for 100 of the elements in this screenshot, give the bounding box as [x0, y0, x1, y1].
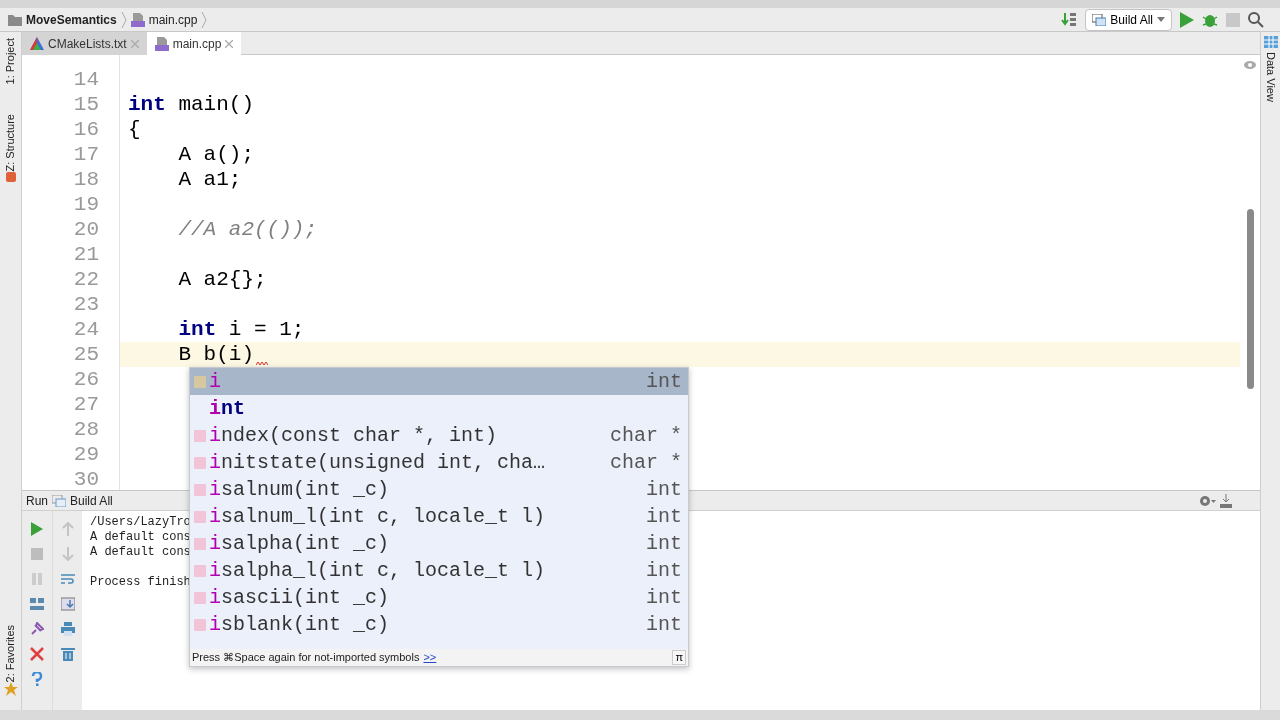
code-line: { — [127, 117, 141, 142]
line-number: 29 — [72, 442, 100, 467]
code-line: A a1; — [177, 167, 242, 192]
print-icon[interactable] — [60, 622, 75, 636]
line-number: 26 — [72, 367, 100, 392]
code-line: int i = 1; — [177, 317, 305, 342]
scroll-end-icon[interactable] — [60, 597, 75, 611]
window-icon — [52, 494, 66, 507]
gear-icon[interactable] — [1198, 493, 1216, 508]
line-number: 15 — [72, 92, 100, 117]
tool-window-label[interactable]: Data View — [1262, 52, 1279, 102]
sort-icon[interactable] — [1061, 11, 1078, 28]
console-output-line: A default cons — [90, 530, 191, 545]
function-icon — [194, 510, 206, 523]
close-icon[interactable] — [30, 647, 44, 661]
pi-button[interactable]: π — [672, 650, 686, 666]
line-number: 27 — [72, 392, 100, 417]
pin-icon[interactable] — [30, 622, 44, 636]
completion-name: index(const char *, int) — [209, 422, 499, 449]
help-icon[interactable] — [30, 672, 44, 686]
run-icon[interactable] — [30, 522, 44, 536]
completion-name: initstate(unsigned int, cha… — [209, 449, 547, 476]
hint-text: Press ⌘Space again for not-imported symbols — [192, 650, 420, 666]
completion-item[interactable]: isblank(int _c) int — [190, 611, 688, 638]
function-icon — [194, 564, 206, 577]
scrollbar-thumb[interactable] — [1246, 209, 1254, 389]
chevron-icon — [201, 11, 208, 28]
trash-icon[interactable] — [60, 647, 75, 661]
completion-type: int — [646, 368, 682, 395]
line-number: 22 — [72, 267, 100, 292]
line-number: 16 — [72, 117, 100, 142]
code-comment: //A a2(()); — [177, 217, 318, 242]
line-number: 18 — [72, 167, 100, 192]
folder-icon — [8, 13, 22, 26]
completion-item[interactable]: isalnum_l(int c, locale_t l) int — [190, 503, 688, 530]
completion-item[interactable]: isascii(int _c) int — [190, 584, 688, 611]
search-icon[interactable] — [1248, 11, 1264, 28]
panel-title: Run — [26, 492, 48, 510]
tool-window-label[interactable]: 1: Project — [2, 38, 19, 85]
console-output-line: /Users/LazyTro — [90, 515, 191, 530]
run-config-dropdown[interactable]: Build All — [1085, 8, 1172, 31]
cpp-file-icon — [130, 12, 145, 27]
breadcrumb-item[interactable]: MoveSemantics — [26, 10, 117, 29]
chevron-icon — [120, 11, 127, 28]
breadcrumb-item[interactable]: main.cpp — [148, 10, 198, 29]
completion-type: char * — [610, 422, 682, 449]
line-number: 30 — [72, 467, 100, 490]
line-number: 28 — [72, 417, 100, 442]
line-number: 21 — [72, 242, 100, 267]
completion-type: int — [646, 530, 682, 557]
hide-panel-icon[interactable] — [1220, 493, 1232, 508]
completion-type: int — [646, 611, 682, 638]
cpp-file-icon — [154, 36, 169, 51]
code-line: A a(); — [177, 142, 255, 167]
star-icon — [3, 682, 18, 696]
table-icon — [1263, 36, 1278, 48]
close-icon[interactable] — [130, 39, 139, 48]
editor-tab[interactable]: CMakeLists.txt — [22, 32, 147, 55]
layout-icon[interactable] — [30, 597, 44, 611]
function-icon — [194, 537, 206, 550]
function-icon — [194, 591, 206, 604]
code-line: int main() — [127, 92, 255, 117]
completion-type: int — [646, 584, 682, 611]
function-icon — [194, 483, 206, 496]
wrap-icon[interactable] — [60, 572, 75, 586]
tool-window-label[interactable]: 2: Favorites — [2, 624, 19, 682]
completion-item[interactable]: index(const char *, int) char * — [190, 422, 688, 449]
editor-tab[interactable]: main.cpp — [146, 32, 242, 55]
tool-window-label[interactable]: Z: Structure — [2, 114, 19, 172]
completion-name: i — [209, 368, 222, 395]
completion-name: isblank(int _c) — [209, 611, 391, 638]
function-icon — [194, 618, 206, 631]
line-number: 23 — [72, 292, 100, 317]
completion-name: isascii(int _c) — [209, 584, 391, 611]
completion-item[interactable]: isalpha_l(int c, locale_t l) int — [190, 557, 688, 584]
line-number: 19 — [72, 192, 100, 217]
line-number: 14 — [72, 67, 100, 92]
completion-item[interactable]: isalpha(int _c) int — [190, 530, 688, 557]
run-icon[interactable] — [1180, 11, 1194, 28]
caret-icon — [1157, 17, 1165, 22]
completion-item[interactable]: initstate(unsigned int, cha… char * — [190, 449, 688, 476]
code-line: A a2{}; — [177, 267, 267, 292]
completion-name: int — [209, 395, 247, 422]
more-link[interactable]: >> — [423, 649, 437, 666]
eye-icon — [1244, 61, 1256, 69]
completion-name: isalpha_l(int c, locale_t l) — [209, 557, 547, 584]
run-config-label: Build All — [70, 492, 113, 510]
function-icon — [194, 429, 206, 442]
triangle-icon — [30, 37, 44, 50]
completion-name: isalnum_l(int c, locale_t l) — [209, 503, 547, 530]
stop-icon[interactable] — [30, 547, 44, 561]
completion-name: isalpha(int _c) — [209, 530, 391, 557]
completion-item[interactable]: isalnum(int _c) int — [190, 476, 688, 503]
completion-item[interactable]: int — [190, 395, 688, 422]
function-icon — [194, 456, 206, 469]
console-output-line: A default cons — [90, 545, 191, 560]
completion-item[interactable]: i int — [190, 368, 688, 395]
window-icon — [1092, 13, 1107, 26]
close-icon[interactable] — [225, 39, 234, 48]
completion-type: char * — [610, 449, 682, 476]
